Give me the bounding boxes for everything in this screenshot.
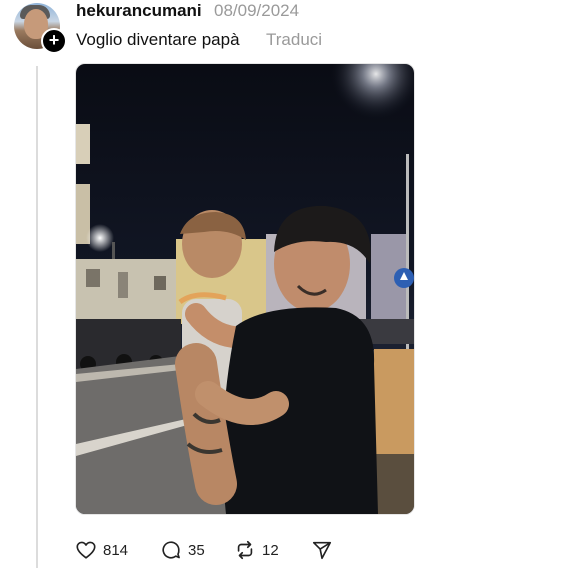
like-button[interactable]: 814 — [75, 538, 128, 562]
avatar-container[interactable]: + — [14, 3, 67, 54]
username[interactable]: hekurancumani — [76, 1, 202, 21]
like-count: 814 — [103, 541, 129, 559]
comment-icon — [162, 541, 180, 559]
repost-button[interactable]: 12 — [234, 538, 279, 562]
post-text: Voglio diventare papà — [76, 30, 240, 49]
send-icon — [312, 541, 332, 560]
post-date: 08/09/2024 — [214, 1, 300, 20]
heart-icon — [76, 541, 96, 559]
thread-line — [36, 66, 38, 568]
reply-count: 35 — [188, 541, 205, 559]
repost-count: 12 — [262, 541, 279, 559]
photo-illustration — [76, 64, 414, 514]
repost-icon — [237, 540, 253, 560]
follow-plus-button[interactable]: + — [41, 28, 67, 54]
share-button[interactable] — [311, 538, 333, 562]
reply-button[interactable]: 35 — [160, 538, 205, 562]
plus-icon: + — [48, 30, 60, 50]
post-photo[interactable] — [75, 63, 415, 515]
translate-link[interactable]: Traduci — [266, 30, 322, 50]
